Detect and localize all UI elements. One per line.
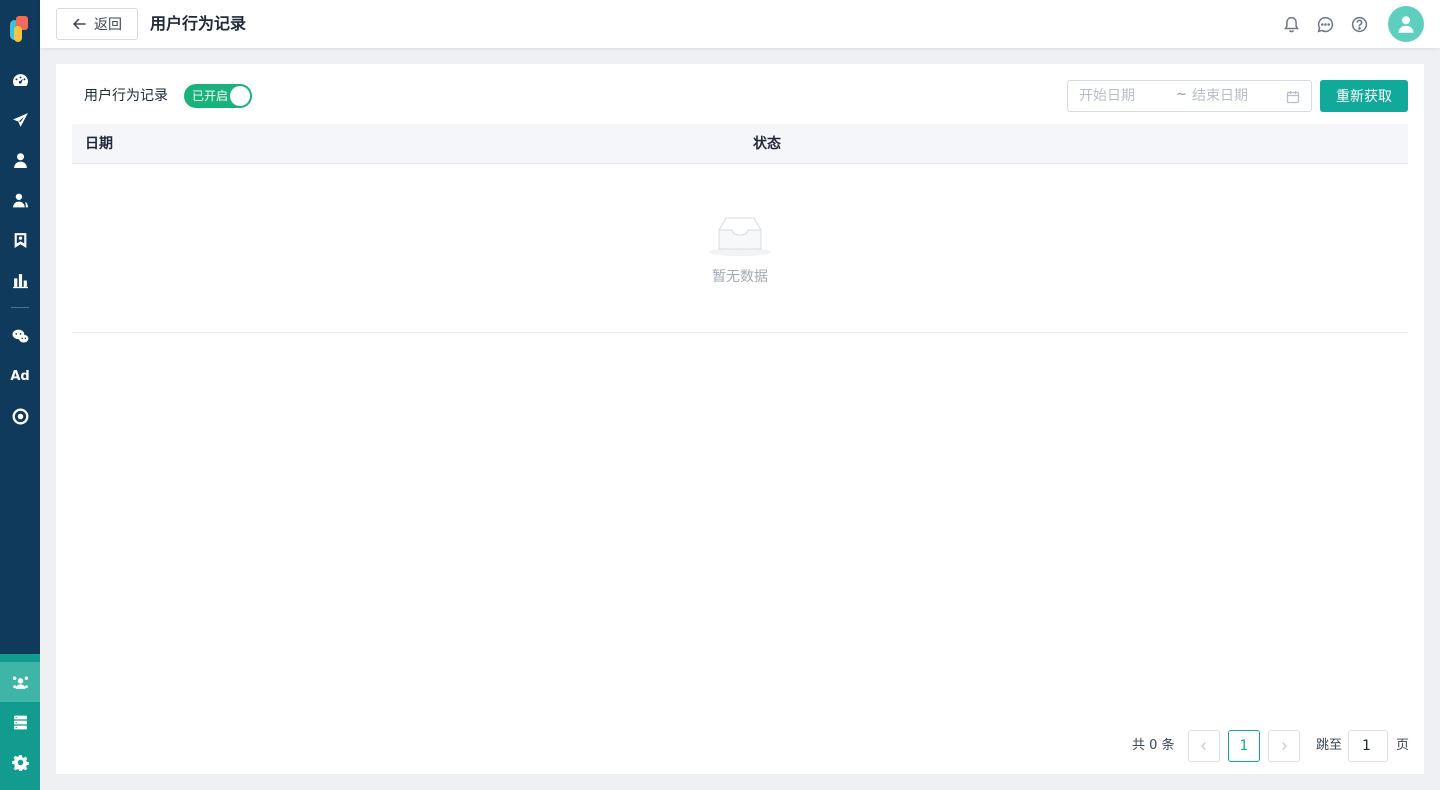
wechat-icon[interactable] xyxy=(0,320,40,352)
page-title: 用户行为记录 xyxy=(150,14,247,33)
records-table: 日期 状态 暂无数据 xyxy=(72,124,1408,333)
toggle-knob xyxy=(230,86,250,106)
chevron-right-icon xyxy=(1282,742,1287,750)
start-date-input[interactable] xyxy=(1079,81,1171,111)
next-page-button[interactable] xyxy=(1268,730,1300,762)
gear-icon[interactable] xyxy=(0,746,40,778)
column-header-status[interactable]: 状态 xyxy=(753,136,781,152)
users-icon[interactable] xyxy=(0,184,40,216)
top-header: 返回 用户行为记录 xyxy=(40,0,1440,48)
page-number-current[interactable]: 1 xyxy=(1228,730,1260,762)
bookmark-icon[interactable] xyxy=(0,224,40,256)
jump-to-label: 跳至 xyxy=(1316,738,1343,753)
user-icon[interactable] xyxy=(0,144,40,176)
back-button-label: 返回 xyxy=(94,17,122,33)
column-header-date[interactable]: 日期 xyxy=(85,136,113,152)
calendar-icon xyxy=(1286,89,1300,104)
back-button[interactable]: 返回 xyxy=(56,8,138,40)
help-icon[interactable] xyxy=(1349,14,1369,34)
total-count: 共 0 条 xyxy=(1132,738,1175,753)
network-icon[interactable] xyxy=(0,666,40,698)
empty-inbox-icon xyxy=(709,217,771,256)
chat-icon[interactable] xyxy=(1315,14,1335,34)
date-separator: ~ xyxy=(1176,87,1187,102)
avatar-icon[interactable] xyxy=(1388,6,1424,42)
record-toggle-switch[interactable]: 已开启 xyxy=(184,84,252,108)
send-icon[interactable] xyxy=(0,104,40,136)
chevron-left-icon xyxy=(1201,742,1206,750)
server-icon[interactable] xyxy=(0,706,40,738)
ad-nav-item[interactable]: Ad xyxy=(0,360,40,392)
prev-page-button[interactable] xyxy=(1188,730,1220,762)
main-card: 用户行为记录 已开启 ~ 重新获取 日期 状态 暂无数据 共 0 条 1 xyxy=(56,64,1424,774)
dashboard-icon[interactable] xyxy=(0,64,40,96)
target-icon[interactable] xyxy=(0,400,40,432)
empty-state-text: 暂无数据 xyxy=(712,269,768,285)
table-header: 日期 状态 xyxy=(72,124,1408,164)
jump-page-input[interactable] xyxy=(1348,730,1388,762)
record-toggle-label: 用户行为记录 xyxy=(84,88,168,104)
app-logo[interactable] xyxy=(10,16,31,44)
bar-chart-icon[interactable] xyxy=(0,264,40,296)
end-date-input[interactable] xyxy=(1192,81,1284,111)
sidebar-bottom-group xyxy=(0,654,40,790)
sidebar-divider xyxy=(11,307,29,308)
toggle-state-text: 已开启 xyxy=(192,89,229,103)
empty-state: 暂无数据 xyxy=(72,164,1408,333)
refetch-button[interactable]: 重新获取 xyxy=(1320,80,1408,112)
date-range-picker[interactable]: ~ xyxy=(1067,80,1312,112)
sidebar: Ad xyxy=(0,0,40,790)
bell-icon[interactable] xyxy=(1281,14,1301,34)
page-suffix-label: 页 xyxy=(1396,738,1410,753)
arrow-left-icon xyxy=(73,18,86,30)
